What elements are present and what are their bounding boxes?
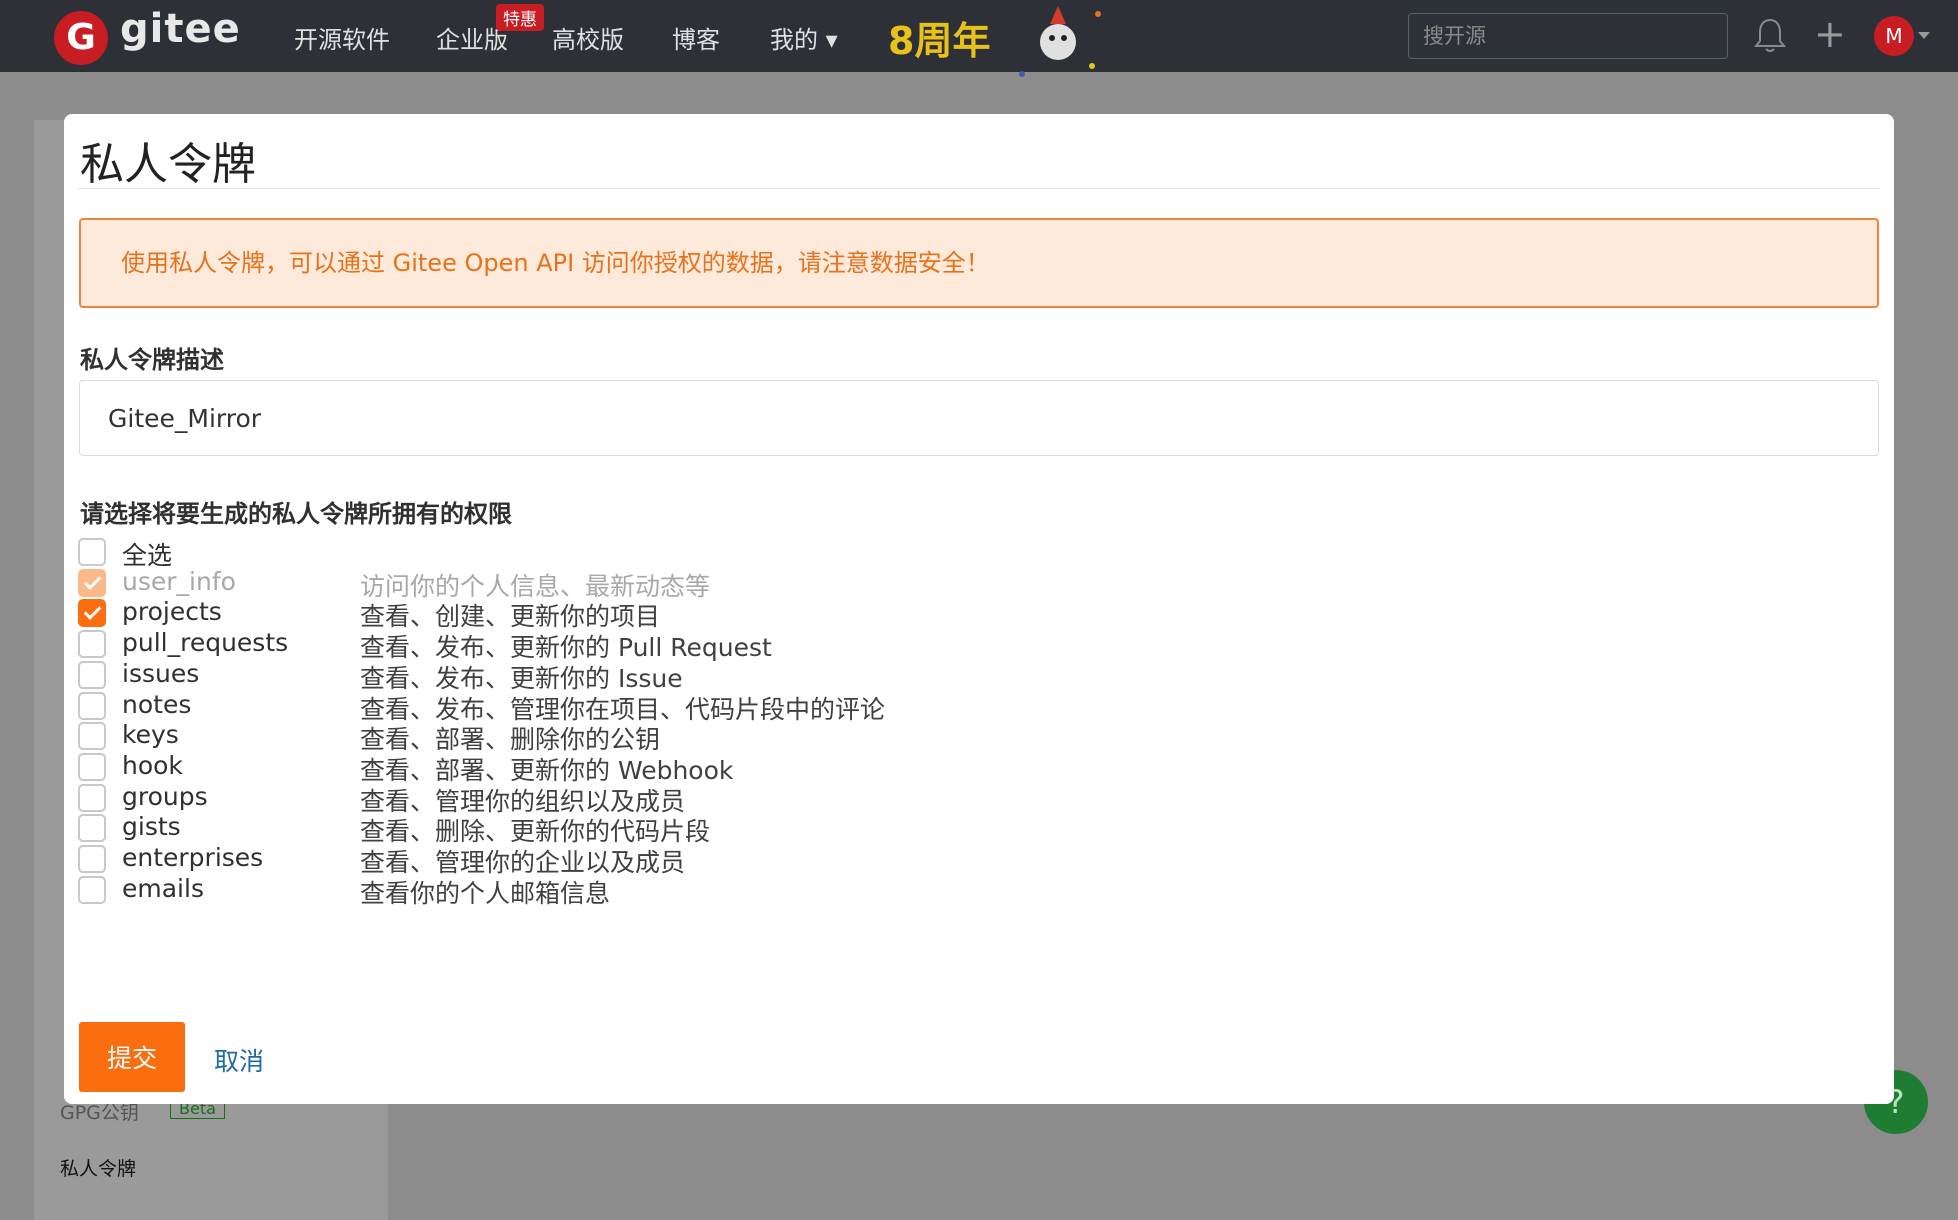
checkbox-pull-requests[interactable] [78, 630, 106, 658]
nav-open-source[interactable]: 开源软件 [294, 20, 390, 55]
checkbox-emails[interactable] [78, 876, 106, 904]
checkbox-projects[interactable] [78, 599, 106, 627]
checkbox-groups[interactable] [78, 784, 106, 812]
modal-title: 私人令牌 [80, 139, 256, 190]
title-divider [78, 188, 1880, 189]
permission-name: emails [122, 874, 204, 903]
permission-name: issues [122, 659, 200, 688]
avatar[interactable]: M [1874, 16, 1914, 56]
checkbox-notes[interactable] [78, 692, 106, 720]
search-input[interactable] [1408, 13, 1728, 59]
checkbox-keys[interactable] [78, 722, 106, 750]
nav-blog[interactable]: 博客 [672, 20, 720, 55]
permission-name: notes [122, 690, 192, 719]
permission-description: 查看你的个人邮箱信息 [360, 879, 611, 908]
submit-button[interactable]: 提交 [79, 1022, 185, 1092]
nav-university[interactable]: 高校版 [552, 20, 624, 55]
brand-name[interactable]: gitee [120, 6, 241, 52]
checkbox-gists[interactable] [78, 814, 106, 842]
checkbox-select-all[interactable] [78, 538, 106, 566]
top-navbar: G gitee 开源软件 企业版 特惠 高校版 博客 我的 ▾ 8周年 + M [0, 0, 1958, 77]
sidebar-item-private-token[interactable]: 私人令牌 [60, 1154, 136, 1181]
gitee-logo-icon[interactable]: G [54, 11, 108, 65]
permissions-title: 请选择将要生成的私人令牌所拥有的权限 [80, 500, 512, 528]
permission-name: groups [122, 782, 208, 811]
checkbox-enterprises[interactable] [78, 845, 106, 873]
description-label: 私人令牌描述 [80, 346, 224, 374]
checkbox-issues[interactable] [78, 661, 106, 689]
mascot-icon [1019, 6, 1101, 77]
permission-name: keys [122, 720, 179, 749]
permission-name: projects [122, 597, 222, 626]
security-alert: 使用私人令牌，可以通过 Gitee Open API 访问你授权的数据，请注意数… [79, 218, 1879, 308]
permission-name: gists [122, 812, 181, 841]
plus-icon[interactable]: + [1814, 14, 1846, 54]
permission-name: pull_requests [122, 628, 289, 657]
anniversary-banner[interactable]: 8周年 [888, 10, 990, 65]
nav-mine-dropdown[interactable]: 我的 ▾ [770, 20, 838, 55]
checkbox-user-info [78, 569, 106, 597]
check-icon [83, 572, 102, 590]
permission-name: hook [122, 751, 183, 780]
check-icon [83, 602, 102, 620]
nav-enterprise-badge: 特惠 [496, 4, 544, 31]
cancel-button[interactable]: 取消 [214, 1042, 264, 1078]
permission-name: user_info [122, 567, 236, 596]
permission-name: enterprises [122, 843, 264, 872]
private-token-modal: 私人令牌 使用私人令牌，可以通过 Gitee Open API 访问你授权的数据… [64, 114, 1894, 1104]
bell-icon[interactable] [1754, 16, 1786, 54]
checkbox-hook[interactable] [78, 753, 106, 781]
description-input[interactable] [79, 380, 1879, 456]
chevron-down-icon[interactable] [1918, 32, 1930, 39]
